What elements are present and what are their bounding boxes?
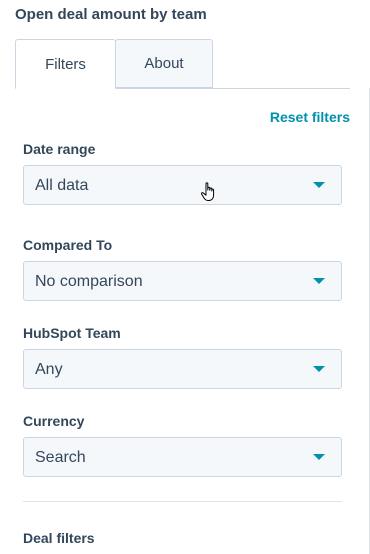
team-value: Any (35, 361, 63, 378)
tab-filters[interactable]: Filters (15, 39, 116, 89)
reset-filters-link[interactable]: Reset filters (270, 109, 350, 125)
report-filters-panel: Open deal amount by team Filters About R… (0, 0, 370, 554)
compared-to-value: No comparison (35, 273, 143, 290)
deal-filters-heading: Deal filters (23, 530, 95, 546)
tab-bar: Filters About (15, 39, 350, 89)
caret-down-icon (313, 182, 325, 188)
date-range-select[interactable]: All data (23, 165, 342, 205)
team-select[interactable]: Any (23, 349, 342, 389)
currency-value: Search (35, 449, 86, 466)
compared-to-label: Compared To (23, 237, 113, 253)
caret-down-icon (313, 454, 325, 460)
team-label: HubSpot Team (23, 325, 121, 341)
caret-down-icon (313, 366, 325, 372)
section-divider (23, 501, 342, 502)
currency-label: Currency (23, 413, 85, 429)
date-range-label: Date range (23, 141, 96, 157)
report-title: Open deal amount by team (15, 6, 207, 23)
tab-filters-label: Filters (45, 55, 86, 73)
tab-about-label: About (144, 55, 184, 72)
compared-to-select[interactable]: No comparison (23, 261, 342, 301)
hand-pointer-icon (200, 182, 215, 201)
caret-down-icon (313, 278, 325, 284)
tab-about[interactable]: About (115, 39, 213, 88)
date-range-value: All data (35, 177, 89, 194)
currency-select[interactable]: Search (23, 437, 342, 477)
